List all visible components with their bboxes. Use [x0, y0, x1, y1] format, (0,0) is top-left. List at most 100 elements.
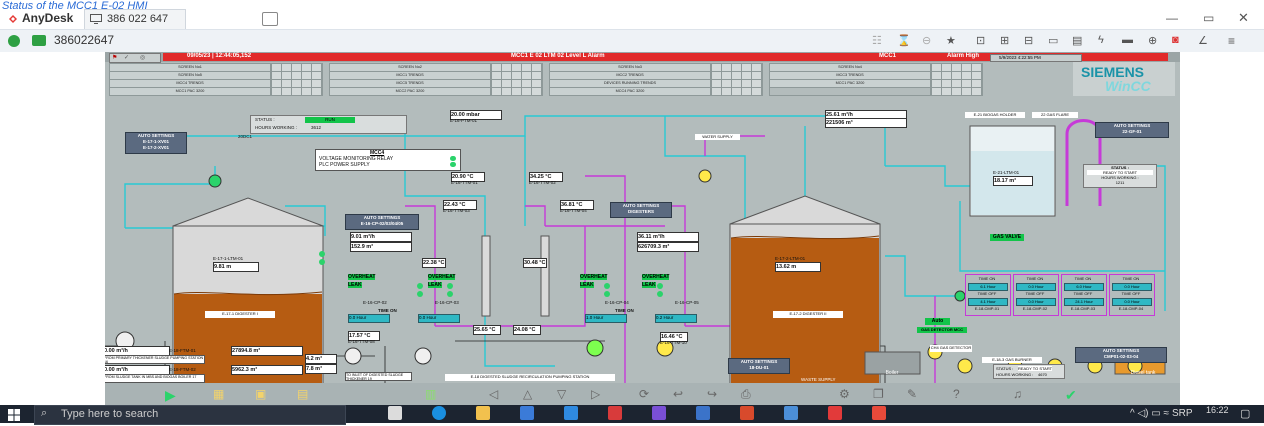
biogas-holder-label: E-21 BIOGAS HOLDER	[965, 112, 1025, 118]
print-icon[interactable]: ⎙	[741, 387, 751, 402]
trend-icon[interactable]: ▤	[297, 387, 308, 401]
mail-icon[interactable]	[564, 406, 578, 420]
status-value: RUN	[305, 117, 355, 123]
cmp-tag: E-18-CMP-02	[1022, 306, 1048, 311]
nav-button[interactable]: MCC4 PAC 3200	[549, 87, 711, 96]
session-tab[interactable]: 386 022 647	[84, 9, 186, 30]
alarm-datetime: 09/05/23 | 12:44:05,152	[187, 53, 252, 59]
minimize-button[interactable]: —	[1166, 11, 1178, 25]
language-indicator[interactable]: SRP	[1172, 408, 1193, 419]
auto-settings-left[interactable]: AUTO SETTINGS E-17-1-XV01 E-17-2-XV01	[125, 132, 187, 154]
hmi-tool-buttons[interactable]: ⚑ ✓ ◎	[109, 53, 161, 63]
hourglass-icon[interactable]: ⌛	[897, 34, 911, 47]
app-icon-blue[interactable]	[696, 406, 710, 420]
auto-mode-label[interactable]: Auto	[925, 318, 950, 325]
time-on-label-2: TIME ON	[615, 308, 634, 313]
notification-icon[interactable]: ▢	[1240, 407, 1250, 420]
flow-right-total-display: 626709.3 m³	[637, 242, 699, 252]
comment-icon[interactable]: ▤	[1072, 34, 1082, 47]
monitor-icon	[90, 14, 102, 24]
pump-cp04-tag: E-16-CP-04	[605, 300, 629, 305]
report-icon[interactable]: ▣	[255, 387, 266, 401]
back-icon[interactable]: ↩	[673, 387, 683, 401]
new-tab-button[interactable]	[262, 12, 278, 26]
nav-button[interactable]: MCC2 PAC 3200	[329, 87, 491, 96]
star-icon[interactable]: ★	[946, 34, 956, 47]
wincc-hmi-screen[interactable]: ⚑ ✓ ◎ 09/05/23 | 12:44:05,152 MCC1 E 02 …	[105, 52, 1180, 408]
taskbar-time: 16:22	[1206, 405, 1229, 415]
app-icon-orange[interactable]	[740, 406, 754, 420]
nav-up-icon[interactable]: △	[523, 387, 532, 401]
inlet-a-display: 4.2 m³	[305, 354, 337, 364]
refresh-icon[interactable]: ⟳	[639, 387, 649, 401]
copy-icon[interactable]: ❐	[873, 387, 884, 401]
tray-icons[interactable]: ^ ◁) ▭ ≈	[1130, 408, 1169, 419]
lock-icon[interactable]: ⊖	[922, 34, 931, 47]
du-status-panel: STATUS : READY TO START HOURS WORKING : …	[993, 364, 1065, 379]
flow-left-display: 9.01 m³/h	[350, 232, 412, 242]
record-icon[interactable]: ◙	[1172, 34, 1179, 46]
auto-settings-du[interactable]: AUTO SETTINGS 18-DU-01	[728, 358, 790, 374]
view-icon[interactable]: ⊟	[1024, 34, 1033, 47]
taskbar-clock[interactable]: 16:22	[1206, 405, 1229, 415]
nav-button[interactable]	[769, 87, 931, 96]
display-icon[interactable]: ⊞	[1000, 34, 1009, 47]
transfer-icon[interactable]: ⊡	[976, 34, 985, 47]
help-icon[interactable]: ?	[953, 387, 960, 401]
store-icon[interactable]	[520, 406, 534, 420]
flow-primary-tag: E-18-FTM-01	[169, 348, 196, 353]
edit-icon[interactable]: ✎	[907, 387, 917, 401]
digester-left-label: E-17-1 DIGESTER I	[205, 311, 275, 318]
play-icon[interactable]: ▶	[165, 387, 176, 404]
overheat-label-3: OVERHEAT	[580, 274, 608, 280]
app-icon-chart[interactable]	[784, 406, 798, 420]
ack-all-icon[interactable]: ◎	[140, 54, 145, 61]
sound-icon[interactable]: ♫	[1013, 387, 1022, 401]
alarm-list-icon[interactable]: ▥	[425, 387, 436, 401]
windows-start-icon[interactable]	[8, 408, 20, 421]
file-explorer-icon[interactable]	[476, 406, 490, 420]
maximize-button[interactable]: ▭	[1203, 11, 1214, 25]
digester-right-label: E-17-2 DIGESTER II	[773, 311, 843, 318]
app-icon-red[interactable]	[608, 406, 622, 420]
keyboard-icon[interactable]: ▬	[1122, 34, 1133, 46]
ack-icon[interactable]: ✓	[124, 54, 129, 61]
nav-down-icon[interactable]: ▽	[557, 387, 566, 401]
pump-cp05-tag: E-16-CP-05	[675, 300, 699, 305]
auto-settings-digesters[interactable]: AUTO SETTINGS DIGESTERS	[610, 202, 672, 218]
folder-icon[interactable]: ▦	[213, 387, 224, 401]
chat-icon[interactable]: ☷	[872, 34, 882, 47]
nav-button[interactable]: MCC1 PAC 3200	[109, 87, 271, 96]
menu-icon[interactable]: ≡	[1228, 34, 1235, 48]
search-box[interactable]: ⌕ Type here to search	[34, 405, 346, 425]
auto-settings-cmp[interactable]: AUTO SETTINGS CMP01-02-03-04	[1075, 347, 1167, 363]
task-view-icon[interactable]	[388, 406, 402, 420]
grid-icon[interactable]: ⊕	[1148, 34, 1157, 47]
nav-next-icon[interactable]: ▷	[591, 387, 600, 401]
ack-check-icon[interactable]: ✔	[1065, 387, 1077, 404]
hours-value: 3612	[311, 125, 322, 130]
action-icon[interactable]: ϟ	[1098, 34, 1104, 46]
window-icon[interactable]: ▭	[1048, 34, 1058, 47]
leak-label-1: LEAK	[348, 282, 362, 288]
close-button[interactable]: ✕	[1238, 10, 1249, 26]
du-hours-label: HOURS WORKING :	[996, 372, 1034, 377]
nav-first-icon[interactable]: ◁	[489, 387, 498, 401]
windows-taskbar: ⌕ Type here to search ^ ◁) ▭ ≈ SRP 16:22…	[0, 405, 1264, 425]
edge-icon[interactable]	[432, 406, 446, 420]
gf-hours-value: 1211	[1115, 180, 1125, 185]
cmp-time-off-label: TIME OFF	[1025, 291, 1045, 296]
alarm-bell-icon[interactable]: ⚑	[112, 54, 117, 61]
pen-icon[interactable]: ∠	[1198, 34, 1208, 47]
app-icon-purple[interactable]	[652, 406, 666, 420]
auto-settings-cp[interactable]: AUTO SETTINGS E-16-CP-02/03/04/05	[345, 214, 419, 230]
forward-icon[interactable]: ↪	[707, 387, 717, 401]
gas-burner-label: E-18-3 GAS BURNER	[982, 357, 1042, 363]
alarm-message: MCC1 E 02 LTM 02 Level L Alarm	[511, 53, 605, 59]
anydesk-task-icon[interactable]	[872, 406, 886, 420]
alarm-status: Alarm High	[947, 53, 980, 59]
settings-icon[interactable]: ⚙	[839, 387, 850, 401]
auto-settings-gf[interactable]: AUTO SETTINGS 22-GF-01	[1095, 122, 1169, 138]
gas-valve-label: GAS VALVE	[990, 234, 1024, 241]
acrobat-icon[interactable]	[828, 406, 842, 420]
